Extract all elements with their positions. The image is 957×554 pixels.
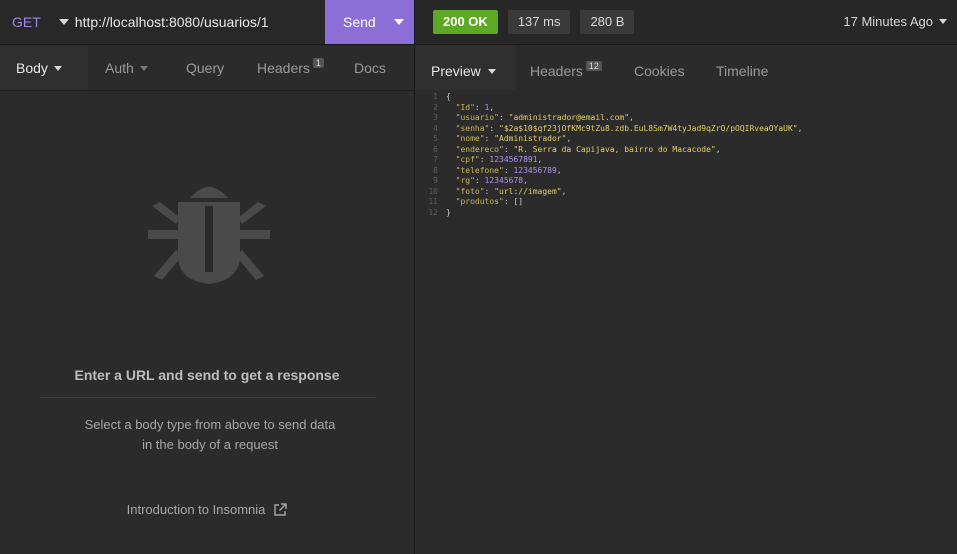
size-badge: 280 B [580, 10, 635, 34]
tab-preview-label: Preview [431, 63, 481, 79]
json-value: "$2a$10$qf23jOfKMc9tZu8.zdb.EuL8Sm7W4tyJ… [499, 123, 798, 133]
code-line: 8 "telefone": 123456789, [420, 166, 802, 177]
empty-state-title: Enter a URL and send to get a response [74, 367, 340, 383]
tab-timeline[interactable]: Timeline [716, 63, 768, 79]
tab-auth-label: Auth [105, 60, 134, 76]
headers-count-badge: 1 [312, 58, 324, 68]
line-number: 11 [428, 197, 438, 206]
divider [40, 397, 376, 398]
empty-state-description: Select a body type from above to send da… [60, 415, 360, 455]
chevron-down-icon[interactable] [394, 19, 404, 25]
chevron-down-icon [139, 65, 148, 71]
json-key: "cpf" [455, 155, 480, 164]
send-label: Send [343, 14, 376, 30]
code-line: 10 "foto": "url://imagem", [420, 187, 802, 198]
method-select[interactable]: GET [12, 14, 41, 30]
bug-icon [148, 176, 270, 286]
code-line: 5 "nome": "Administrador", [420, 134, 802, 145]
chevron-down-icon [53, 65, 62, 71]
history-label: 17 Minutes Ago [843, 14, 933, 29]
line-number: 7 [433, 155, 438, 164]
line-number: 8 [433, 165, 438, 175]
response-bar: 200 OK 137 ms 280 B 17 Minutes Ago [415, 0, 957, 44]
tab-auth[interactable]: Auth [105, 60, 148, 76]
tab-docs[interactable]: Docs [354, 60, 386, 76]
line-number: 1 [433, 92, 438, 101]
line-number: 6 [433, 144, 438, 154]
json-key: "foto" [455, 186, 485, 196]
url-input[interactable] [74, 14, 325, 30]
json-key: "usuario" [455, 113, 499, 122]
json-key: "produtos" [455, 197, 504, 206]
tab-timeline-label: Timeline [716, 63, 769, 79]
tab-cookies-label: Cookies [634, 63, 685, 79]
time-badge: 137 ms [507, 10, 571, 34]
json-value: "administrador@email.com" [508, 113, 630, 122]
tab-body-label: Body [16, 60, 48, 76]
desc-line: in the body of a request [142, 437, 278, 452]
line-number: 3 [433, 113, 438, 122]
code-line: 12} [420, 208, 802, 219]
history-dropdown[interactable]: 17 Minutes Ago [843, 14, 947, 29]
external-link-icon [274, 502, 288, 516]
code-line: 11 "produtos": [] [420, 197, 802, 208]
chevron-down-icon [939, 19, 947, 24]
code-line: 7 "cpf": 1234567891, [420, 155, 802, 166]
tab-headers[interactable]: Headers 1 [257, 58, 324, 76]
code-line: 1{ [420, 92, 802, 103]
json-value: "R. Serra da Capijava, bairro do Macacod… [513, 144, 716, 154]
desc-line: Select a body type from above to send da… [84, 417, 336, 432]
tab-body[interactable]: Body [16, 60, 62, 76]
tab-query-label: Query [186, 60, 225, 76]
code-line: 9 "rg": 12345678, [420, 176, 802, 187]
json-key: "endereco" [455, 144, 504, 154]
response-headers-count-badge: 12 [585, 61, 602, 71]
json-value: "Administrador" [494, 134, 567, 143]
request-tabs: Body Auth Query Headers 1 Docs [0, 45, 414, 91]
line-number: 2 [433, 102, 438, 112]
json-value: 1234567891 [489, 155, 538, 164]
json-value: 12345678 [484, 176, 524, 185]
line-number: 12 [428, 207, 438, 217]
code-line: 4 "senha": "$2a$10$qf23jOfKMc9tZu8.zdb.E… [420, 124, 802, 135]
status-badge: 200 OK [433, 10, 498, 34]
line-number: 4 [433, 123, 438, 133]
response-preview[interactable]: 1{2 "Id": 1,3 "usuario": "administrador@… [420, 92, 802, 218]
line-number: 9 [433, 176, 438, 185]
json-key: "rg" [455, 176, 475, 185]
send-button[interactable]: Send [325, 0, 414, 44]
json-value: 123456789 [513, 165, 557, 175]
json-key: "senha" [455, 123, 490, 133]
tab-cookies[interactable]: Cookies [634, 63, 685, 79]
json-value: "url://imagem" [494, 186, 562, 196]
intro-link-label: Introduction to Insomnia [126, 502, 266, 517]
tab-preview[interactable]: Preview [431, 63, 496, 79]
json-key: "nome" [455, 134, 485, 143]
code-line: 6 "endereco": "R. Serra da Capijava, bai… [420, 145, 802, 156]
chevron-down-icon [487, 68, 496, 74]
tab-docs-label: Docs [354, 60, 386, 76]
json-key: "Id" [455, 102, 475, 112]
tab-response-headers[interactable]: Headers 12 [530, 61, 602, 79]
tab-query[interactable]: Query [186, 60, 224, 76]
json-key: "telefone" [455, 165, 504, 175]
line-number: 5 [433, 134, 438, 143]
json-value: [] [513, 197, 524, 206]
code-line: 3 "usuario": "administrador@email.com", [420, 113, 802, 124]
code-line: 2 "Id": 1, [420, 103, 802, 114]
line-number: 10 [428, 186, 438, 196]
tab-headers-label: Headers [257, 60, 310, 76]
intro-link[interactable]: Introduction to Insomnia [0, 502, 414, 517]
chevron-down-icon[interactable] [58, 19, 69, 25]
tab-response-headers-label: Headers [530, 63, 583, 79]
